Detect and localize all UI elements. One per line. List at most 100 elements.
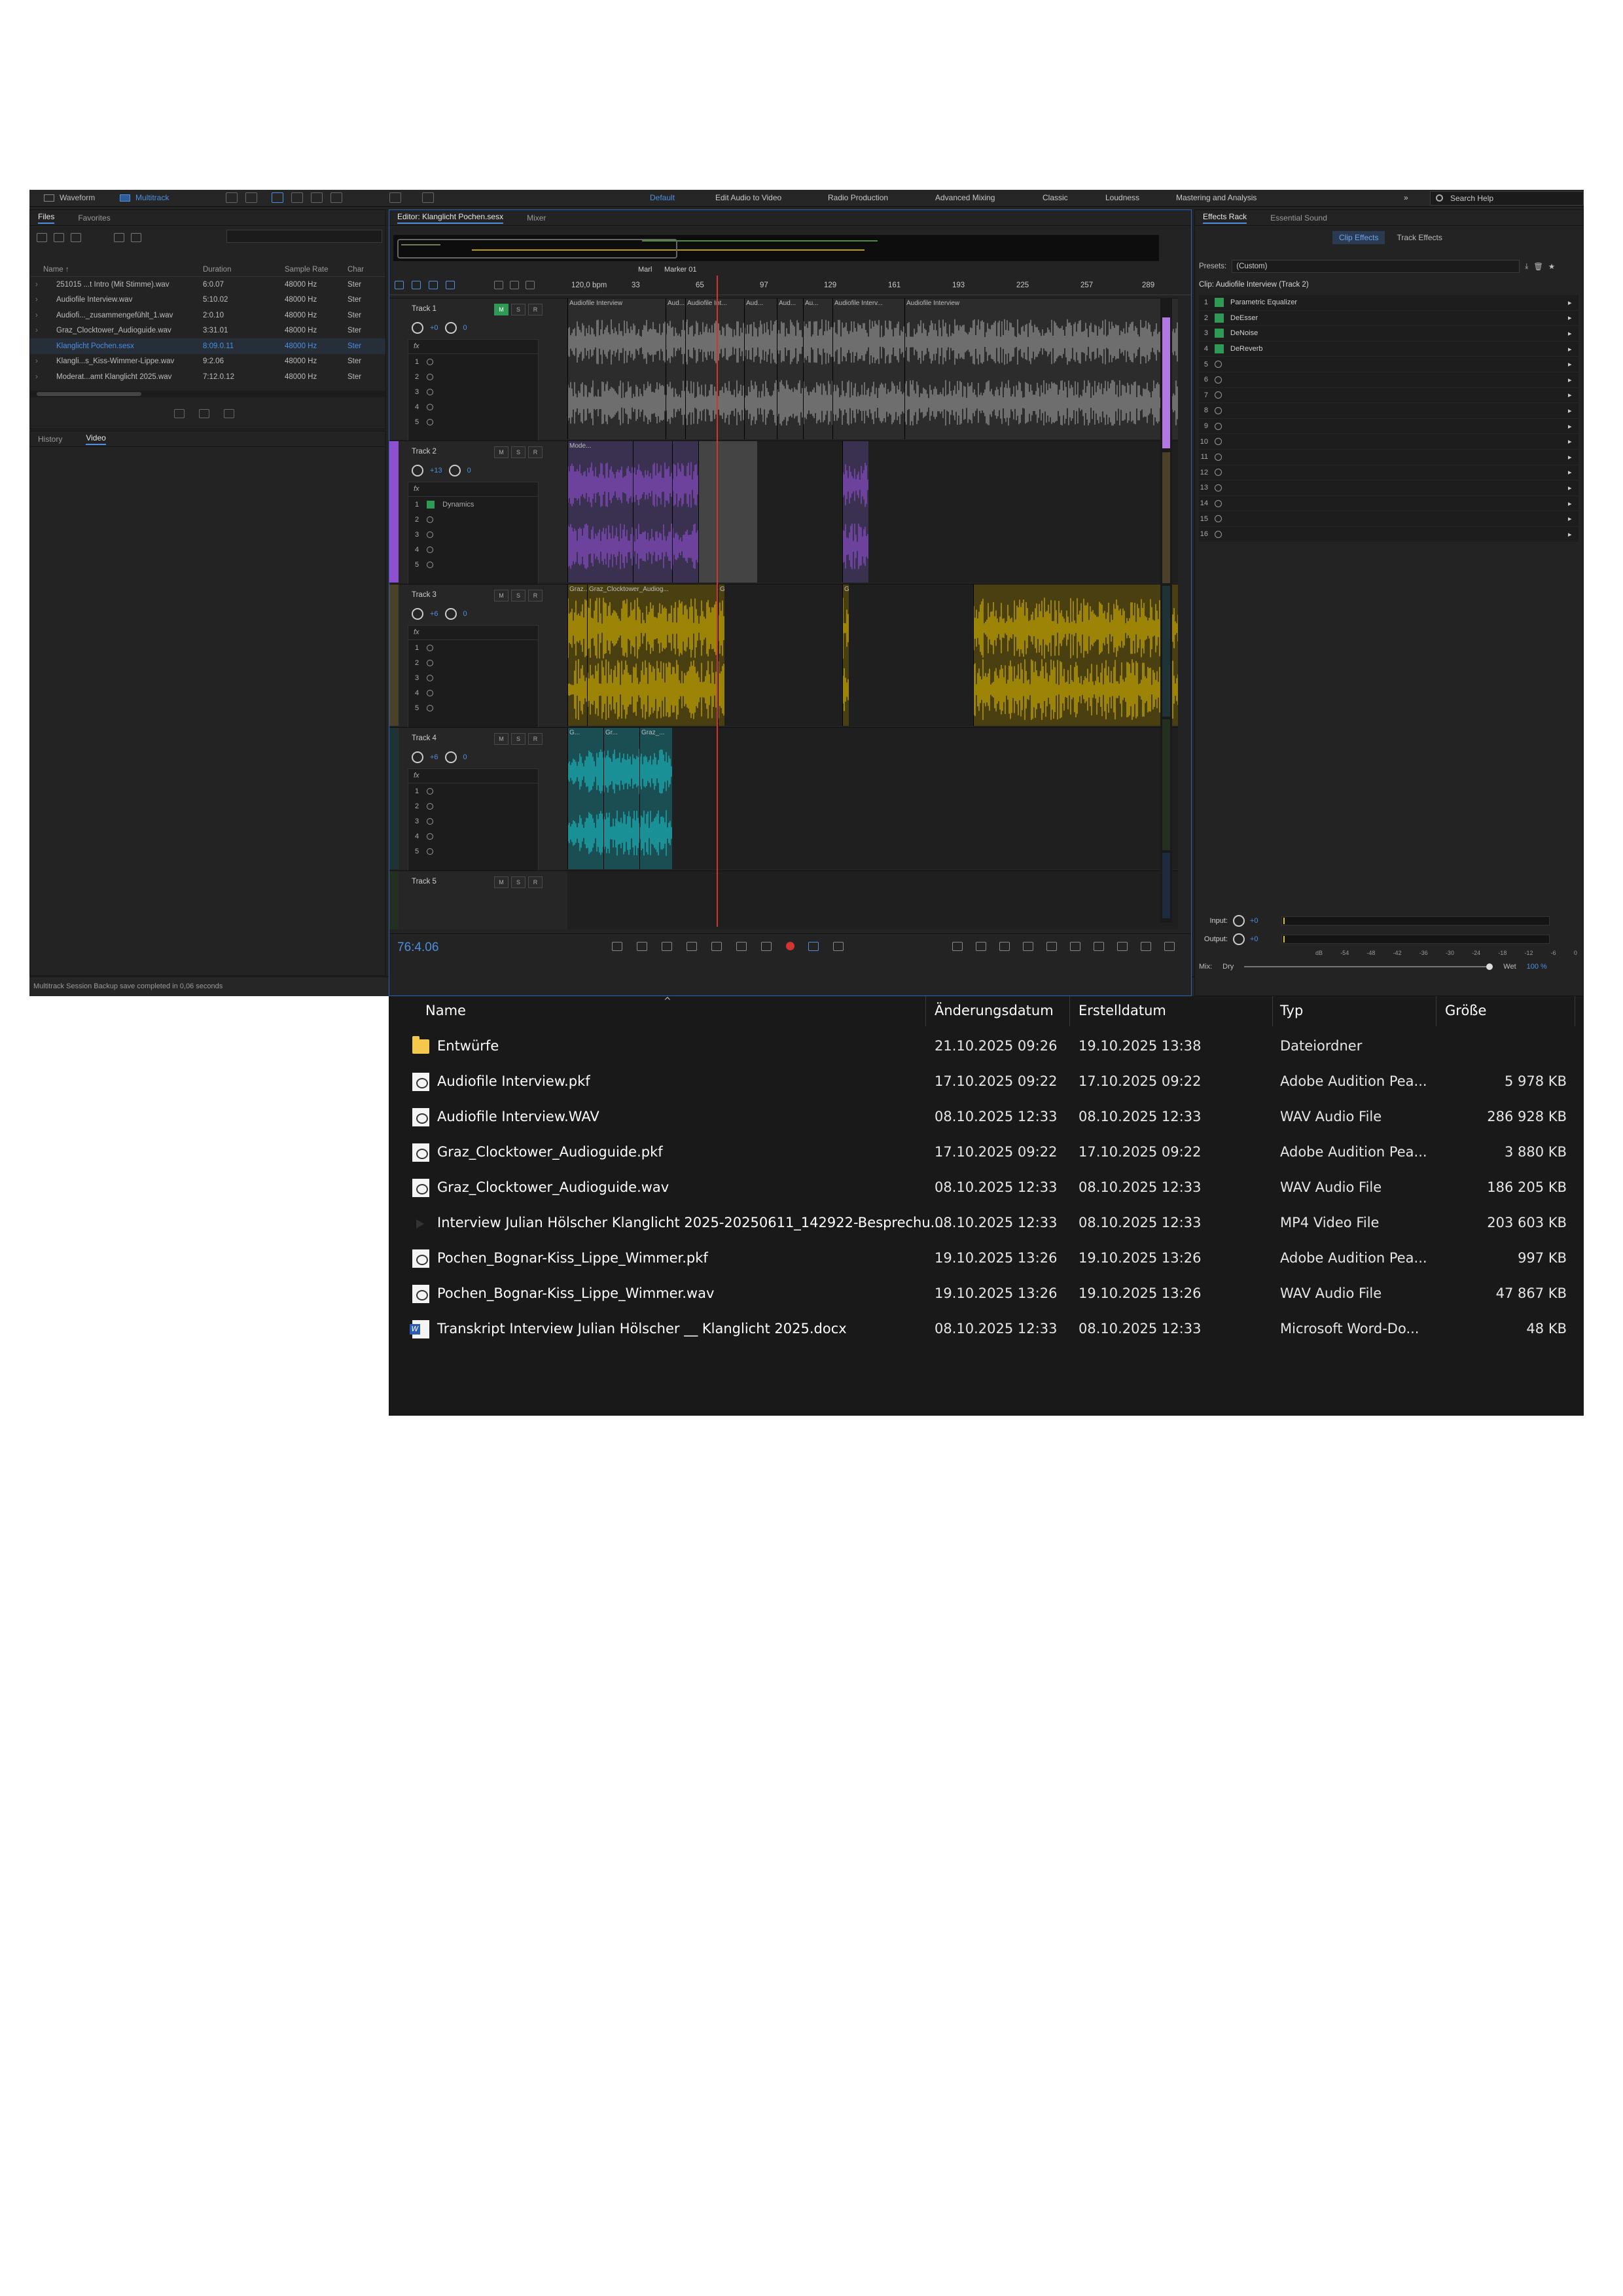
track-lane[interactable]: Audiofile Interview Aud... Audiofile Int… bbox=[567, 298, 1178, 439]
fx-slot[interactable]: 1 Dynamics bbox=[408, 497, 538, 512]
expand-icon[interactable]: › bbox=[30, 296, 41, 304]
sends-icon[interactable] bbox=[429, 281, 438, 289]
mix-slider[interactable] bbox=[1244, 963, 1493, 970]
slip-tool-icon[interactable] bbox=[311, 192, 323, 203]
fx-slot[interactable]: 3 bbox=[408, 527, 538, 542]
power-icon[interactable] bbox=[427, 644, 434, 651]
go-to-end-icon[interactable] bbox=[761, 942, 772, 951]
power-icon[interactable] bbox=[1215, 344, 1224, 354]
power-icon[interactable] bbox=[1215, 391, 1222, 399]
track-pan[interactable]: 0 bbox=[463, 610, 467, 618]
power-icon[interactable] bbox=[1215, 438, 1222, 446]
col-header-size[interactable]: Größe bbox=[1445, 1003, 1486, 1018]
power-icon[interactable] bbox=[1215, 406, 1222, 414]
search-help-input[interactable]: Search Help bbox=[1430, 191, 1584, 206]
chevron-right-icon[interactable]: ▸ bbox=[1568, 406, 1575, 415]
pause-icon[interactable] bbox=[662, 942, 672, 951]
effect-slot[interactable]: 10 ▸ bbox=[1199, 434, 1578, 450]
pan-knob[interactable] bbox=[444, 322, 457, 334]
chevron-right-icon[interactable]: ▸ bbox=[1568, 314, 1575, 322]
power-icon[interactable] bbox=[1215, 376, 1222, 384]
snap-icon[interactable] bbox=[510, 281, 519, 289]
volume-knob[interactable] bbox=[412, 751, 423, 763]
stop-icon[interactable] bbox=[612, 942, 622, 951]
power-icon[interactable] bbox=[1215, 453, 1222, 461]
power-icon[interactable] bbox=[1215, 484, 1222, 492]
fx-slot[interactable]: 1 bbox=[408, 640, 538, 655]
mute-button[interactable]: M bbox=[494, 876, 508, 888]
power-icon[interactable] bbox=[427, 689, 434, 696]
power-icon[interactable] bbox=[427, 674, 434, 681]
timeline-ruler[interactable]: 120,0 bpm 33 65 97 129 161 193 225 257 2… bbox=[389, 278, 1191, 295]
effect-slot[interactable]: 5 ▸ bbox=[1199, 357, 1578, 372]
pan-knob[interactable] bbox=[448, 465, 461, 476]
effect-slot[interactable]: 13 ▸ bbox=[1199, 480, 1578, 496]
effect-slot[interactable]: 11 ▸ bbox=[1199, 449, 1578, 465]
fx-slot[interactable]: 2 bbox=[408, 655, 538, 670]
metronome-icon[interactable] bbox=[494, 281, 503, 289]
chevron-right-icon[interactable]: ▸ bbox=[1568, 530, 1575, 539]
file-row[interactable]: › Audiofile Interview.wav 5:10.02 48000 Hz S… bbox=[30, 293, 385, 308]
power-icon[interactable] bbox=[427, 817, 434, 825]
track-name[interactable]: Track 1 bbox=[412, 305, 437, 313]
chevron-right-icon[interactable]: ▸ bbox=[1568, 468, 1575, 476]
more-workspaces-icon[interactable]: » bbox=[1404, 193, 1408, 202]
workspace-edit-audio-to-video[interactable]: Edit Audio to Video bbox=[715, 193, 781, 202]
import-icon[interactable] bbox=[54, 233, 64, 242]
zoom-out-time-icon[interactable] bbox=[1023, 942, 1033, 951]
mute-button[interactable]: M bbox=[494, 304, 508, 315]
volume-knob[interactable] bbox=[412, 322, 423, 334]
power-icon[interactable] bbox=[1215, 530, 1222, 538]
audio-clip[interactable]: Audiofile Int... bbox=[685, 298, 744, 439]
zoom-selection-icon[interactable] bbox=[1070, 942, 1080, 951]
track-volume[interactable]: +0 bbox=[430, 324, 438, 332]
col-channels[interactable]: Char bbox=[348, 266, 380, 274]
track-name[interactable]: Track 2 bbox=[412, 448, 437, 456]
effect-slot[interactable]: 16 ▸ bbox=[1199, 526, 1578, 543]
tab-video[interactable]: Video bbox=[86, 433, 106, 445]
audio-clip[interactable]: Aud... bbox=[666, 298, 685, 439]
workspace-loudness[interactable]: Loudness bbox=[1105, 193, 1139, 202]
overview-viewport[interactable] bbox=[397, 239, 677, 259]
audio-clip[interactable]: Mode... bbox=[567, 441, 633, 583]
new-file-icon[interactable] bbox=[71, 233, 81, 242]
volume-icon[interactable] bbox=[224, 409, 234, 418]
mute-button[interactable]: M bbox=[494, 590, 508, 601]
tab-favorites[interactable]: Favorites bbox=[78, 213, 110, 223]
effect-slot[interactable]: 6 ▸ bbox=[1199, 372, 1578, 388]
track-lane[interactable]: Mode... bbox=[567, 441, 1178, 583]
marker-marl[interactable]: Marl bbox=[638, 266, 652, 274]
chevron-right-icon[interactable]: ▸ bbox=[1568, 376, 1575, 384]
audio-clip[interactable]: Audiofile Interview bbox=[904, 298, 1178, 439]
session-overview[interactable] bbox=[393, 235, 1159, 261]
brush-tool-icon[interactable] bbox=[422, 192, 434, 203]
chevron-right-icon[interactable]: ▸ bbox=[1568, 422, 1575, 431]
audio-clip[interactable] bbox=[842, 441, 868, 583]
zoom-in-time-icon[interactable] bbox=[999, 942, 1010, 951]
explorer-row[interactable]: Audiofile Interview.pkf 17.10.2025 09:22 1… bbox=[389, 1064, 1584, 1100]
col-sample-rate[interactable]: Sample Rate bbox=[285, 266, 348, 274]
chevron-right-icon[interactable]: ▸ bbox=[1568, 329, 1575, 338]
pan-knob[interactable] bbox=[444, 751, 457, 763]
chevron-right-icon[interactable]: ▸ bbox=[1568, 391, 1575, 399]
solo-button[interactable]: S bbox=[511, 446, 526, 458]
effect-slot[interactable]: 8 ▸ bbox=[1199, 403, 1578, 419]
time-selection-tool-icon[interactable] bbox=[330, 192, 342, 203]
record-icon[interactable] bbox=[786, 942, 794, 950]
pan-knob[interactable] bbox=[444, 608, 457, 620]
power-icon[interactable] bbox=[427, 659, 434, 666]
audio-clip[interactable]: Graz... bbox=[567, 584, 587, 726]
tab-files[interactable]: Files bbox=[38, 212, 55, 224]
workspace-classic[interactable]: Classic bbox=[1043, 193, 1068, 202]
file-row[interactable]: › Graz_Clocktower_Audioguide.wav 3:31.01 48… bbox=[30, 323, 385, 339]
delete-preset-icon[interactable]: 🗑 bbox=[1533, 262, 1543, 271]
presets-dropdown[interactable]: (Custom) bbox=[1232, 260, 1520, 273]
loop-icon[interactable] bbox=[808, 942, 819, 951]
go-to-start-icon[interactable] bbox=[687, 942, 697, 951]
loop-preview-icon[interactable] bbox=[199, 409, 209, 418]
fx-slot[interactable]: 2 bbox=[408, 369, 538, 384]
rewind-icon[interactable] bbox=[711, 942, 722, 951]
input-gain-value[interactable]: +0 bbox=[1250, 917, 1276, 925]
effect-slot[interactable]: 15 ▸ bbox=[1199, 511, 1578, 527]
col-header-type[interactable]: Typ bbox=[1280, 1003, 1303, 1018]
